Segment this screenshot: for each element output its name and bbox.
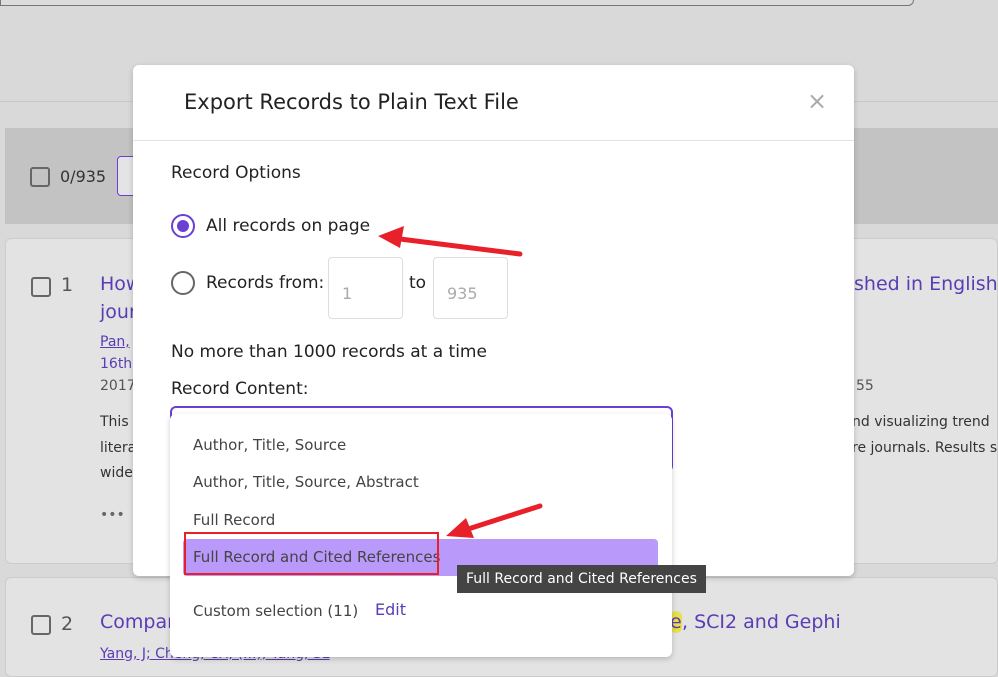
result-number: 1 xyxy=(61,274,74,296)
tooltip: Full Record and Cited References xyxy=(457,565,706,593)
pub-meta-end: 55 xyxy=(856,378,874,394)
edit-custom-link[interactable]: Edit xyxy=(375,600,406,619)
dialog-title: Export Records to Plain Text File xyxy=(184,90,519,114)
result-title-end[interactable]: shed in English xyxy=(854,273,998,295)
annotation-arrow xyxy=(378,226,523,257)
result-number: 2 xyxy=(61,613,74,635)
result-title[interactable]: Compar xyxy=(100,611,175,633)
author-link[interactable]: Pan, xyxy=(100,334,130,350)
search-input[interactable] xyxy=(0,0,914,6)
option-full-record[interactable]: Full Record xyxy=(193,511,275,529)
radio-all-records-label[interactable]: All records on page xyxy=(206,216,370,236)
header-divider xyxy=(133,140,854,141)
more-options-button[interactable]: ••• xyxy=(100,507,125,523)
option-author-title-source-abstract[interactable]: Author, Title, Source, Abstract xyxy=(193,473,419,491)
close-icon[interactable]: × xyxy=(807,87,827,115)
result-checkbox[interactable] xyxy=(31,277,51,297)
radio-records-range-label[interactable]: Records from: xyxy=(206,273,324,293)
record-content-label: Record Content: xyxy=(171,379,309,399)
option-author-title-source[interactable]: Author, Title, Source xyxy=(193,436,346,454)
option-custom-selection[interactable]: Custom selection (11) xyxy=(193,602,358,620)
range-to-input[interactable]: 935 xyxy=(433,257,508,319)
radio-records-range[interactable] xyxy=(171,271,195,295)
range-to-label: to xyxy=(409,273,427,293)
selected-count: 0/935 xyxy=(60,167,107,186)
annotation-arrow xyxy=(446,503,543,538)
radio-all-records[interactable] xyxy=(171,214,195,238)
result-title-line2[interactable]: jour xyxy=(100,301,137,323)
source-link[interactable]: 16th xyxy=(100,356,132,372)
abstract-text: This xyxy=(100,414,129,430)
select-all-checkbox[interactable] xyxy=(30,167,50,187)
abstract-text: wide xyxy=(100,465,133,481)
record-options-label: Record Options xyxy=(171,163,301,183)
limit-note: No more than 1000 records at a time xyxy=(171,342,487,362)
pub-year: 2017 xyxy=(100,378,136,394)
range-from-input[interactable]: 1 xyxy=(328,257,403,319)
abstract-text: nd visualizing trend xyxy=(852,414,990,430)
result-title-end[interactable]: , SCI2 and Gephi xyxy=(682,611,841,633)
annotation-box xyxy=(184,532,439,575)
abstract-text: re journals. Results s xyxy=(852,440,998,456)
record-content-dropdown: Author, Title, Source Author, Title, Sou… xyxy=(170,414,672,657)
abstract-text: litera xyxy=(100,440,137,456)
result-checkbox[interactable] xyxy=(31,615,51,635)
